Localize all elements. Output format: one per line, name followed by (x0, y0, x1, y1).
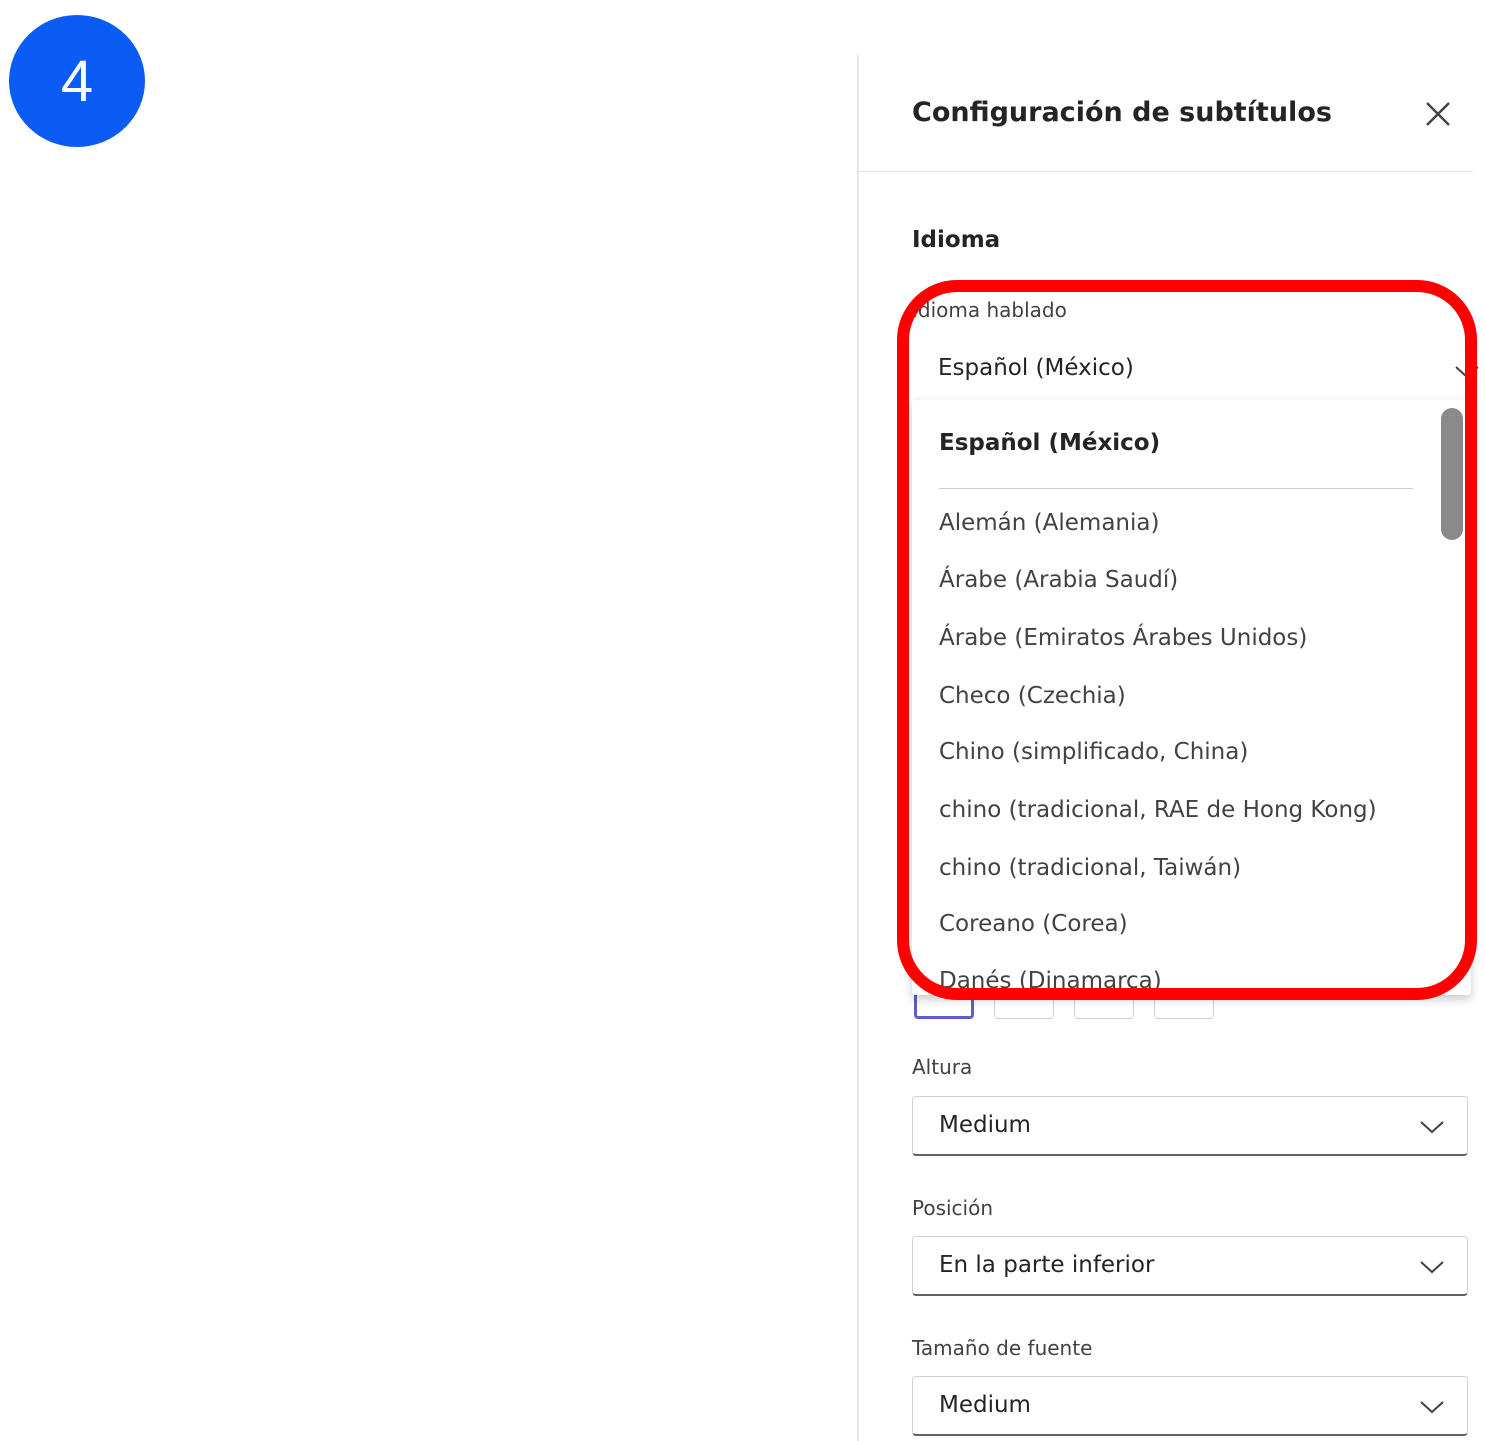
panel-header: Configuración de subtítulos (859, 55, 1473, 172)
language-option[interactable]: Alemán (Alemania) (939, 510, 1159, 536)
language-option[interactable]: Chino (simplificado, China) (939, 739, 1248, 765)
spoken-language-value: Español (México) (938, 355, 1134, 381)
position-label: Posición (912, 1196, 994, 1220)
height-select[interactable]: Medium (912, 1096, 1468, 1156)
language-option[interactable]: chino (tradicional, Taiwán) (939, 855, 1241, 881)
chevron-down-icon (1420, 1121, 1444, 1134)
chevron-down-icon (1455, 366, 1479, 379)
captions-settings-panel: Configuración de subtítulos Idioma Idiom… (857, 55, 1485, 1441)
panel-title: Configuración de subtítulos (912, 97, 1332, 128)
height-label: Altura (912, 1055, 973, 1079)
font-size-label: Tamaño de fuente (912, 1336, 1093, 1360)
listbox-scrollbar-thumb[interactable] (1441, 408, 1463, 540)
language-option[interactable]: Checo (Czechia) (939, 683, 1126, 709)
spoken-language-select[interactable]: Español (México) (912, 340, 1479, 402)
language-option[interactable]: Árabe (Arabia Saudí) (939, 567, 1178, 593)
chevron-down-icon (1420, 1401, 1444, 1414)
language-option-selected[interactable]: Español (México) (939, 430, 1160, 456)
chevron-down-icon (1420, 1261, 1444, 1274)
position-value: En la parte inferior (939, 1252, 1155, 1278)
font-size-select[interactable]: Medium (912, 1376, 1468, 1436)
spoken-language-listbox[interactable]: Español (México) Alemán (Alemania) Árabe… (912, 400, 1471, 995)
listbox-divider (939, 488, 1413, 489)
language-option[interactable]: Danés (Dinamarca) (939, 968, 1162, 994)
language-option[interactable]: Coreano (Corea) (939, 911, 1128, 937)
section-title-language: Idioma (912, 227, 1001, 253)
language-option[interactable]: chino (tradicional, RAE de Hong Kong) (939, 797, 1377, 823)
close-button[interactable] (1419, 95, 1457, 133)
language-option[interactable]: Árabe (Emiratos Árabes Unidos) (939, 625, 1307, 651)
position-select[interactable]: En la parte inferior (912, 1236, 1468, 1296)
spoken-language-label: Idioma hablado (912, 298, 1067, 322)
font-size-value: Medium (939, 1392, 1031, 1418)
step-number-badge: 4 (9, 15, 145, 147)
height-value: Medium (939, 1112, 1031, 1138)
close-icon (1426, 102, 1450, 126)
